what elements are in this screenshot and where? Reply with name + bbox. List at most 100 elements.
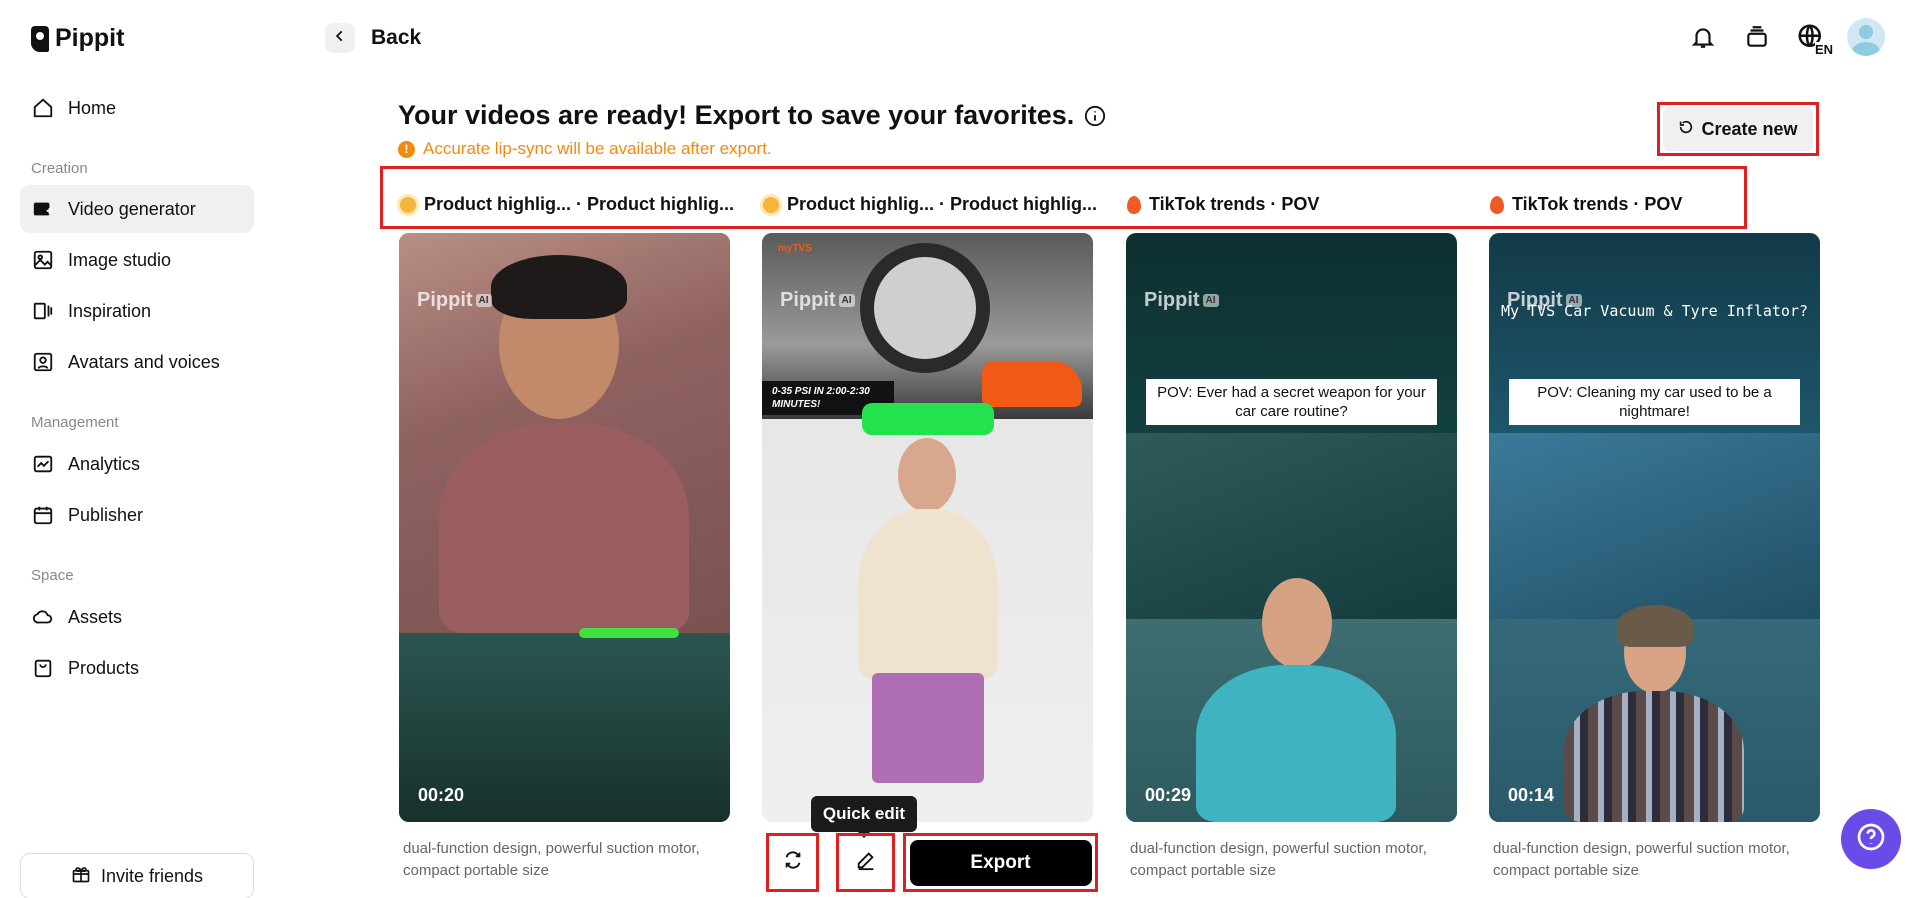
- pencil-icon: [855, 849, 877, 876]
- fire-icon: [1127, 195, 1141, 214]
- question-mark-icon: [1855, 821, 1887, 858]
- presenter-shirt: [1564, 691, 1744, 822]
- brand-name: Pippit: [55, 24, 125, 52]
- language-badge: EN: [1814, 42, 1833, 57]
- brand-logo[interactable]: Pippit: [31, 24, 124, 53]
- video-card-4[interactable]: Pippit AI My TVS Car Vacuum & Tyre Inflat…: [1489, 233, 1820, 822]
- quick-edit-tooltip: Quick edit: [811, 796, 917, 838]
- video-caption: POV: Ever had a secret weapon for your c…: [1146, 379, 1437, 425]
- video-tag[interactable]: TikTok trends · POV: [1127, 194, 1319, 215]
- cloud-icon: [32, 606, 54, 628]
- video-tag-text: Product highlig... · Product highlig...: [424, 194, 734, 214]
- sidebar-item-label: Publisher: [68, 504, 144, 525]
- create-new-label: Create new: [1701, 118, 1798, 139]
- sidebar-item-analytics[interactable]: Analytics: [20, 440, 254, 488]
- back-button[interactable]: [325, 23, 355, 53]
- back-label[interactable]: Back: [371, 26, 421, 50]
- video-tag-text: TikTok trends · POV: [1149, 194, 1320, 214]
- export-highlight: Export: [903, 833, 1098, 892]
- sidebar-item-label: Assets: [68, 606, 123, 627]
- section-label-space: Space: [31, 567, 74, 584]
- sidebar-item-label: Image studio: [68, 249, 172, 270]
- calendar-icon: [32, 504, 54, 526]
- sidebar-item-label: Products: [68, 657, 140, 678]
- quick-edit-button[interactable]: [845, 842, 886, 883]
- help-button[interactable]: [1841, 809, 1901, 869]
- presenter-shirt: [858, 509, 998, 679]
- export-button[interactable]: Export: [909, 839, 1092, 886]
- watermark-text: Pippit: [417, 289, 473, 311]
- presenter-hair: [491, 255, 627, 319]
- regenerate-icon: [782, 849, 804, 876]
- sidebar-item-label: Inspiration: [68, 300, 152, 321]
- video-card-3[interactable]: Pippit AI POV: Ever had a secret weapon f…: [1126, 233, 1457, 822]
- tyre-wheel: [860, 243, 990, 373]
- video-card-2[interactable]: myTVS 0-35 PSI IN 2:00-2:30 MINUTES! Pip…: [762, 233, 1093, 822]
- sidebar-item-label: Video generator: [68, 198, 196, 219]
- video-tag[interactable]: Product highlig... · Product highlig...: [400, 194, 734, 215]
- presenter-head: [898, 438, 956, 512]
- presenter-shirt: [1196, 665, 1396, 822]
- video-description: dual-function design, powerful suction m…: [1493, 840, 1790, 879]
- video-tag-text: TikTok trends · POV: [1512, 194, 1683, 214]
- video-plus-icon: [32, 198, 54, 220]
- video-tag-text: Product highlig... · Product highlig...: [787, 194, 1097, 214]
- sidebar-item-products[interactable]: Products: [20, 644, 254, 692]
- layers-icon[interactable]: [1739, 19, 1775, 55]
- warning-icon: !: [398, 140, 415, 158]
- avatar-icon: [32, 351, 54, 373]
- section-label-management: Management: [31, 414, 119, 431]
- video-tag[interactable]: TikTok trends · POV: [1490, 194, 1682, 215]
- watermark-badge: AI: [475, 294, 492, 308]
- video-duration: 00:20: [418, 785, 465, 805]
- invite-friends-label: Invite friends: [100, 865, 204, 886]
- sidebar-item-avatars-and-voices[interactable]: Avatars and voices: [20, 338, 254, 386]
- pippit-watermark: Pippit AI: [780, 289, 855, 312]
- chevron-left-icon: [333, 29, 347, 48]
- green-highlight-bar: [579, 628, 679, 638]
- presenter-head: [1262, 578, 1332, 668]
- sidebar-item-assets[interactable]: Assets: [20, 593, 254, 641]
- inspiration-icon: [32, 300, 54, 322]
- sidebar-item-video-generator[interactable]: Video generator: [20, 185, 254, 233]
- page-title: Your videos are ready! Export to save yo…: [398, 100, 1106, 131]
- watermark-text: Pippit: [1144, 289, 1200, 311]
- pippit-watermark: Pippit AI: [1144, 289, 1219, 312]
- video-card-1[interactable]: Pippit AI 00:20: [399, 233, 730, 822]
- refresh-icon: [1678, 119, 1694, 140]
- video-caption: POV: Cleaning my car used to be a nightm…: [1509, 379, 1800, 425]
- video-description: dual-function design, powerful suction m…: [1130, 840, 1427, 879]
- video-tags-row: Product highlig... · Product highlig... …: [380, 166, 1747, 229]
- create-new-button[interactable]: Create new: [1663, 107, 1813, 151]
- regenerate-highlight: [766, 833, 819, 892]
- regenerate-button[interactable]: [772, 842, 813, 883]
- sun-icon: [763, 196, 779, 213]
- fire-icon: [1490, 195, 1504, 214]
- invite-friends-button[interactable]: Invite friends: [20, 853, 254, 898]
- language-globe-icon[interactable]: EN: [1793, 19, 1833, 57]
- sidebar-item-image-studio[interactable]: Image studio: [20, 236, 254, 284]
- video-tag[interactable]: Product highlig... · Product highlig...: [763, 194, 1097, 215]
- sidebar: Pippit Home Creation Video generator Ima…: [0, 0, 262, 898]
- watermark-badge: AI: [1202, 294, 1219, 308]
- lip-sync-warning: ! Accurate lip-sync will be available af…: [398, 139, 772, 159]
- info-icon[interactable]: [1084, 105, 1106, 127]
- video-duration: 00:29: [1145, 785, 1192, 805]
- sidebar-item-publisher[interactable]: Publisher: [20, 491, 254, 539]
- notification-bell-icon[interactable]: [1685, 19, 1721, 55]
- sidebar-item-home[interactable]: Home: [20, 84, 254, 132]
- sidebar-item-inspiration[interactable]: Inspiration: [20, 287, 254, 335]
- presenter-shirt: [439, 423, 689, 633]
- pippit-logo-icon: [31, 25, 49, 52]
- video-description: dual-function design, powerful suction m…: [403, 840, 700, 879]
- sidebar-item-label: Home: [68, 97, 117, 118]
- quick-edit-highlight: [836, 833, 895, 892]
- image-icon: [32, 249, 54, 271]
- sidebar-item-label: Analytics: [68, 453, 141, 474]
- home-icon: [32, 97, 54, 119]
- pippit-watermark: Pippit AI: [417, 289, 492, 312]
- analytics-icon: [32, 453, 54, 475]
- product-box-icon: [32, 657, 54, 679]
- inflator-device: [982, 361, 1082, 407]
- user-avatar[interactable]: [1847, 18, 1885, 56]
